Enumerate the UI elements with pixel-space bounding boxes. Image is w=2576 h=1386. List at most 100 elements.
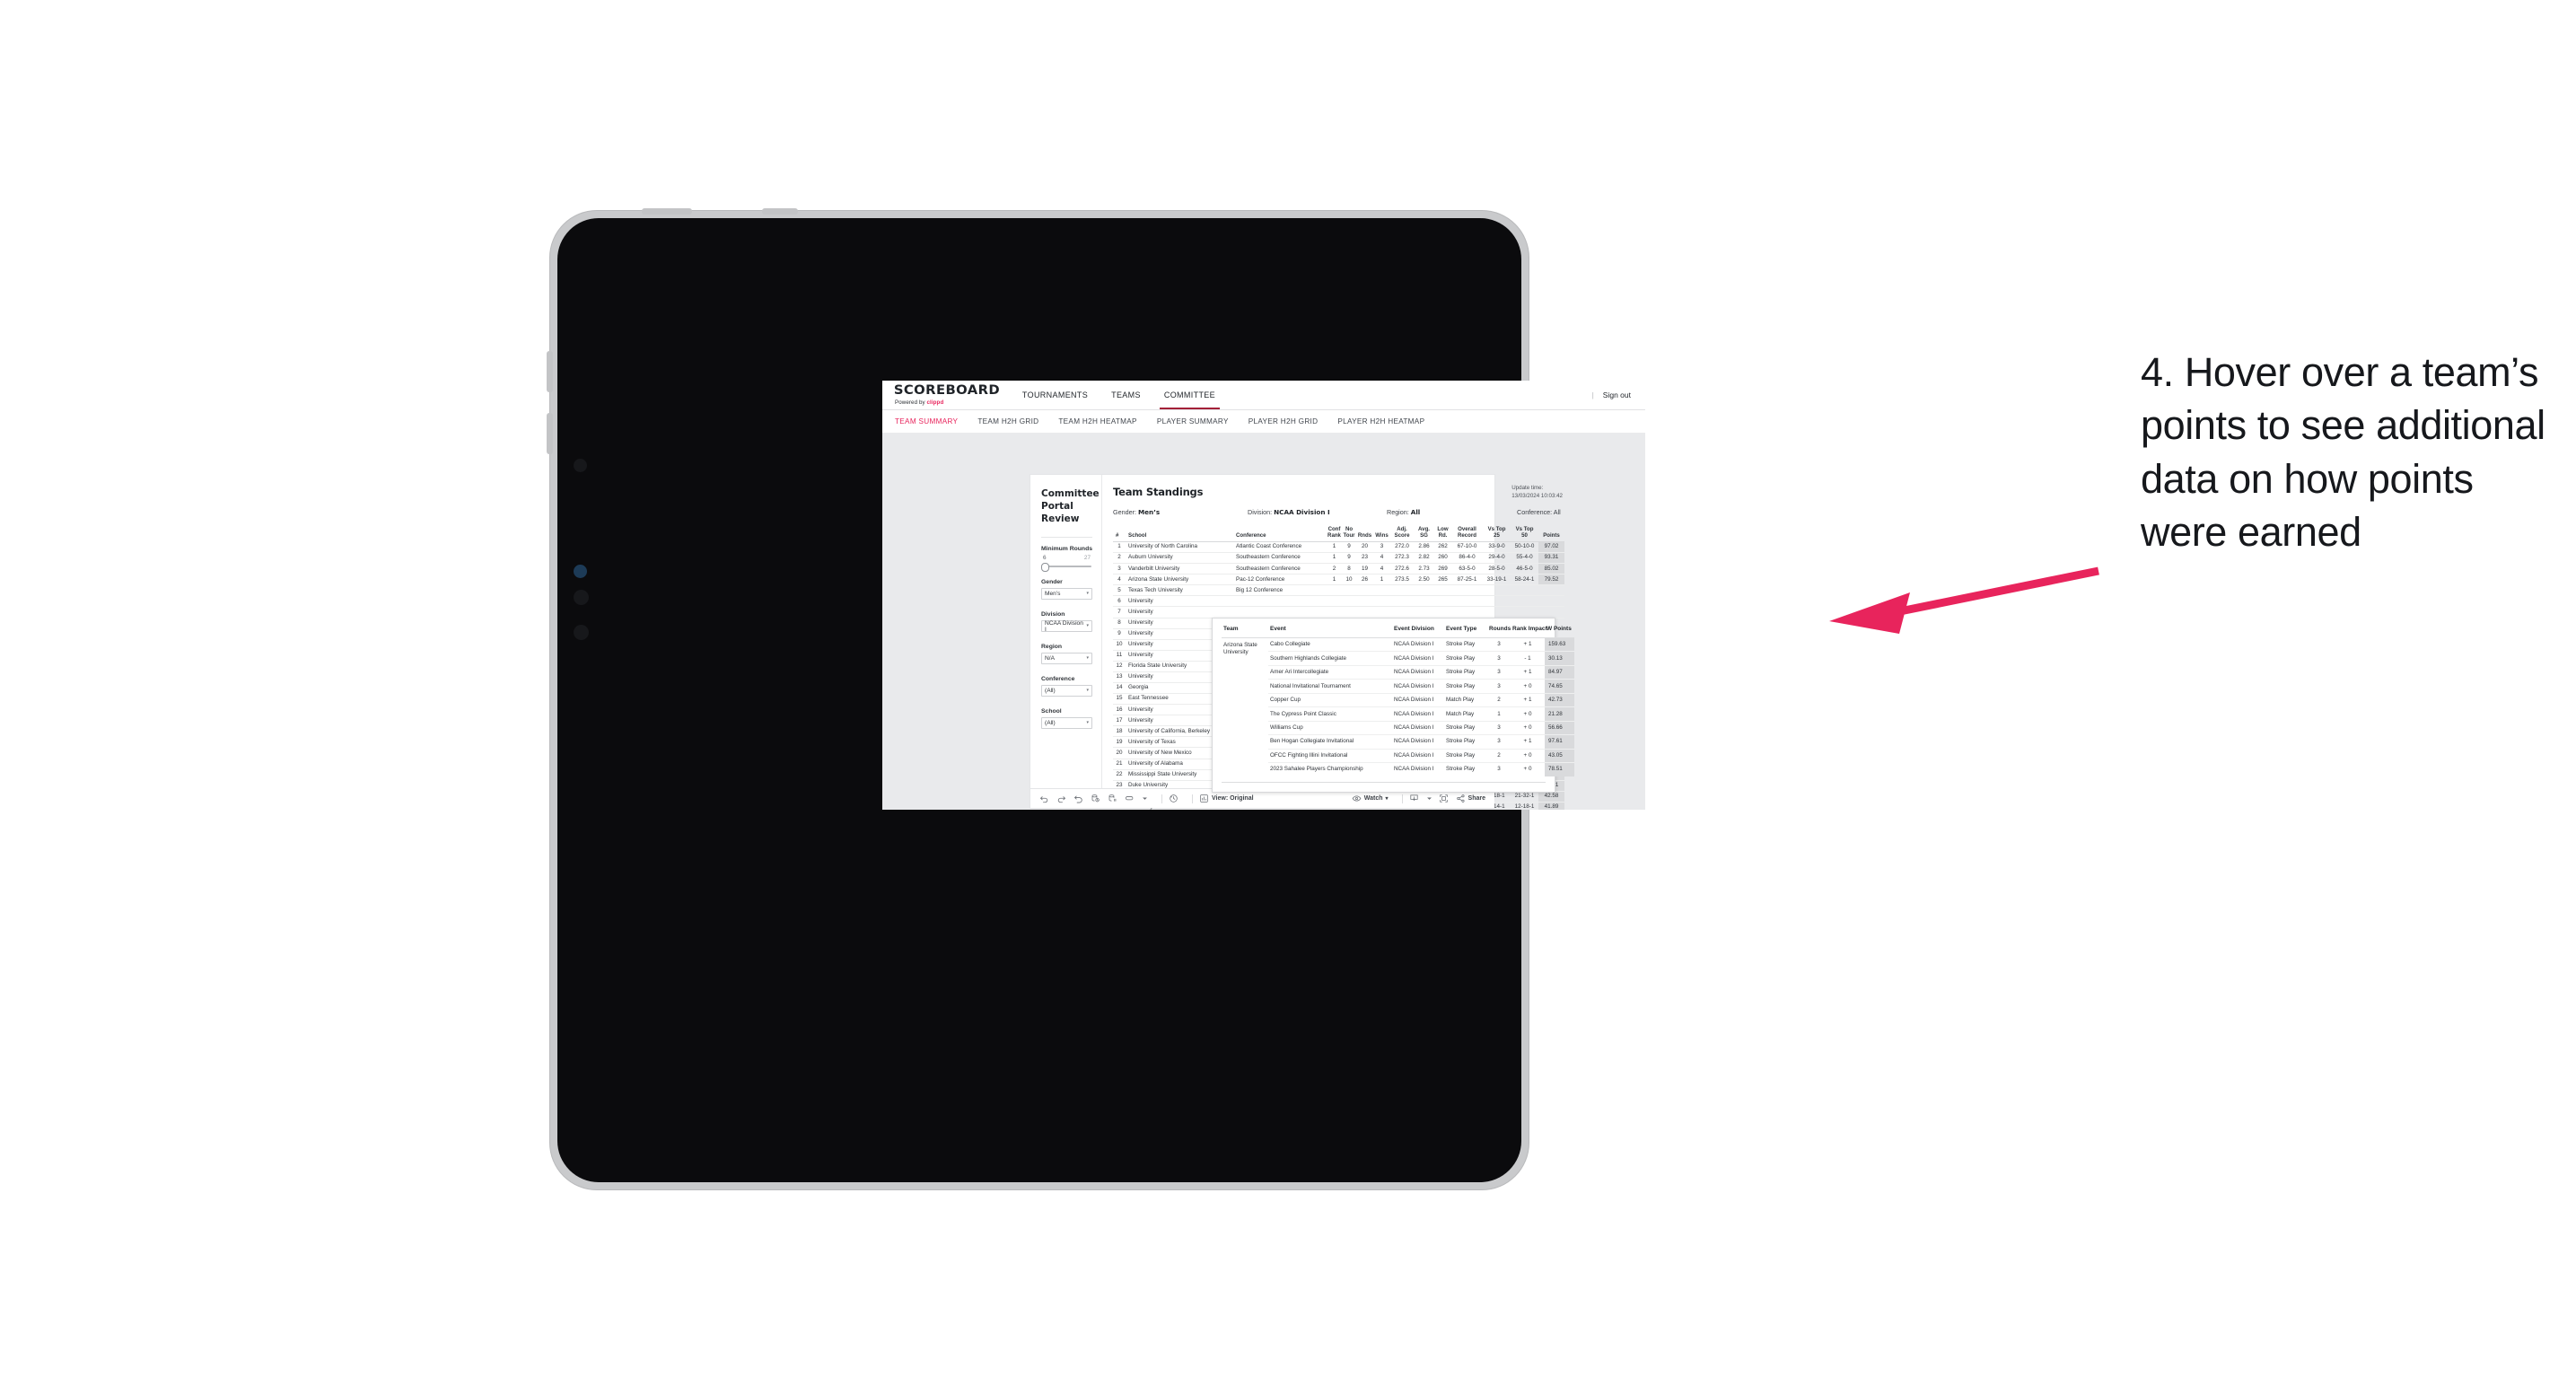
chevron-down-icon: ▾: [1086, 720, 1089, 726]
standings-col-avg-sg[interactable]: Avg. SG: [1414, 526, 1434, 542]
tooltip-w-points: 30.13: [1545, 651, 1574, 666]
redo-icon[interactable]: [1056, 794, 1066, 803]
table-row[interactable]: 2 Auburn University Southeastern Conferenc…: [1113, 552, 1564, 565]
standings-col-adj-score[interactable]: Adj. Score: [1390, 526, 1414, 542]
nav-item-committee[interactable]: COMMITTEE: [1159, 381, 1221, 409]
tab-player-h2h-grid[interactable]: PLAYER H2H GRID: [1249, 417, 1319, 425]
crumb-conference-label: Conference:: [1517, 508, 1553, 516]
division-select[interactable]: NCAA Division I ▾: [1041, 619, 1092, 633]
standings-col-rnds[interactable]: Rnds: [1356, 526, 1373, 542]
tab-team-summary[interactable]: TEAM SUMMARY: [895, 417, 958, 425]
table-row[interactable]: 7 University: [1113, 606, 1564, 618]
watch-button[interactable]: Watch ▾: [1352, 794, 1389, 803]
table-row[interactable]: 5 Texas Tech University Big 12 Conference: [1113, 584, 1564, 597]
standings-cell: [1451, 584, 1483, 597]
undo-icon[interactable]: [1039, 794, 1049, 803]
view-original-button[interactable]: View: Original: [1199, 794, 1254, 803]
standings-col-conf-rank[interactable]: Conf Rank: [1327, 526, 1342, 542]
tooltip-row: 2023 Sahalee Players Championship NCAA Di…: [1222, 762, 1574, 776]
standings-col-low-rd[interactable]: Low Rd.: [1434, 526, 1451, 542]
standings-col-[interactable]: #: [1113, 526, 1126, 542]
standings-col-wins[interactable]: Wins: [1373, 526, 1390, 542]
speaker-icon-2: [574, 625, 589, 640]
school-select[interactable]: (All) ▾: [1041, 717, 1092, 730]
standings-col-no-tour[interactable]: No Tour: [1342, 526, 1356, 542]
tooltip-footer-rule: [1222, 781, 1546, 783]
standings-cell: 6: [1113, 595, 1126, 608]
tab-player-summary[interactable]: PLAYER SUMMARY: [1157, 417, 1229, 425]
filter-region: Region N/A ▾: [1041, 644, 1092, 665]
app-logo[interactable]: SCOREBOARD Powered by clippd: [882, 384, 1000, 406]
tab-team-h2h-heatmap[interactable]: TEAM H2H HEATMAP: [1058, 417, 1136, 425]
standings-cell: 41.89: [1538, 802, 1564, 810]
gender-select[interactable]: Men’s ▾: [1041, 588, 1092, 601]
signout-link[interactable]: Sign out: [1603, 390, 1631, 399]
standings-cell: 33-19-1: [1483, 574, 1511, 586]
download-caret-icon[interactable]: [1426, 795, 1433, 802]
standings-cell: [1373, 606, 1390, 618]
pause-updates-icon[interactable]: [1108, 794, 1117, 803]
nav-item-teams[interactable]: TEAMS: [1111, 381, 1141, 409]
region-select[interactable]: N/A ▾: [1041, 653, 1092, 665]
standings-cell: Auburn University: [1126, 552, 1233, 565]
history-icon[interactable]: [1169, 794, 1178, 803]
minimum-rounds-slider[interactable]: [1041, 562, 1091, 573]
table-row[interactable]: 1 University of North Carolina Atlantic Co…: [1113, 541, 1564, 554]
speaker-icon: [574, 590, 589, 605]
download-icon[interactable]: [1409, 794, 1419, 803]
share-button[interactable]: Share: [1456, 794, 1485, 803]
volume-button[interactable]: [762, 208, 798, 215]
revert-icon[interactable]: [1073, 794, 1083, 803]
logo-subtitle: Powered by clippd: [895, 399, 999, 406]
conference-select[interactable]: (All) ▾: [1041, 685, 1092, 697]
standings-cell: 12-18-1: [1511, 802, 1538, 810]
tooltip-rank-impact: + 1: [1511, 665, 1545, 680]
table-row[interactable]: 6 University: [1113, 595, 1564, 608]
camera-icon: [574, 459, 587, 472]
standings-col-school[interactable]: School: [1126, 526, 1233, 542]
standings-cell: 97.02: [1538, 541, 1564, 554]
standings-cell: 14: [1113, 682, 1126, 695]
side-button-2[interactable]: [547, 413, 553, 454]
device-layout-icon[interactable]: [1125, 794, 1135, 803]
tooltip-w-points: 56.66: [1545, 721, 1574, 736]
tooltip-rank-impact: + 0: [1511, 721, 1545, 736]
side-button-1[interactable]: [547, 351, 553, 392]
standings-col-points[interactable]: Points: [1538, 526, 1564, 542]
standings-cell: 20: [1113, 747, 1126, 759]
tab-player-h2h-heatmap[interactable]: PLAYER H2H HEATMAP: [1337, 417, 1424, 425]
tooltip-event-type: Stroke Play: [1444, 734, 1487, 750]
standings-col-vs-top-25[interactable]: Vs Top 25: [1483, 526, 1511, 542]
region-value: N/A: [1045, 655, 1055, 662]
tooltip-row: National Invitational Tournament NCAA Div…: [1222, 679, 1574, 694]
refresh-data-icon[interactable]: [1091, 794, 1100, 803]
tooltip-table-body: Arizona State University Cabo Collegiate N…: [1222, 637, 1574, 776]
tooltip-event-type: Stroke Play: [1444, 721, 1487, 736]
standings-col-vs-top-50[interactable]: Vs Top 50: [1511, 526, 1538, 542]
tooltip-event-type: Stroke Play: [1444, 651, 1487, 666]
device-layout-caret-icon[interactable]: [1142, 795, 1148, 802]
standings-cell: 272.0: [1390, 541, 1414, 554]
division-value: NCAA Division I: [1045, 619, 1083, 633]
standings-cell: [1342, 584, 1356, 597]
filter-minimum-rounds: Minimum Rounds 6 27: [1041, 546, 1092, 573]
tooltip-w-points: 42.73: [1545, 693, 1574, 708]
standings-cell: 260: [1434, 552, 1451, 565]
standings-cell: 55-4-0: [1511, 552, 1538, 565]
standings-cell: 26: [1356, 574, 1373, 586]
fullscreen-icon[interactable]: [1439, 794, 1449, 803]
nav-divider: |: [1591, 390, 1594, 399]
table-row[interactable]: 3 Vanderbilt University Southeastern Confe…: [1113, 563, 1564, 575]
table-row[interactable]: 4 Arizona State University Pac-12 Conferen…: [1113, 574, 1564, 586]
nav-item-tournaments[interactable]: TOURNAMENTS: [1022, 381, 1088, 409]
standings-cell: 33-9-0: [1483, 541, 1511, 554]
standings-cell: 21: [1113, 759, 1126, 770]
tooltip-event-type: Stroke Play: [1444, 665, 1487, 680]
standings-col-overall-record[interactable]: Overall Record: [1451, 526, 1483, 542]
standings-col-conference[interactable]: Conference: [1233, 526, 1327, 542]
tab-team-h2h-grid[interactable]: TEAM H2H GRID: [977, 417, 1038, 425]
standings-panel: Team Standings Update time: 13/03/2024 1…: [1102, 475, 1574, 810]
crumb-region-label: Region:: [1387, 508, 1409, 516]
power-button[interactable]: [642, 208, 692, 215]
slider-handle[interactable]: [1041, 562, 1049, 573]
